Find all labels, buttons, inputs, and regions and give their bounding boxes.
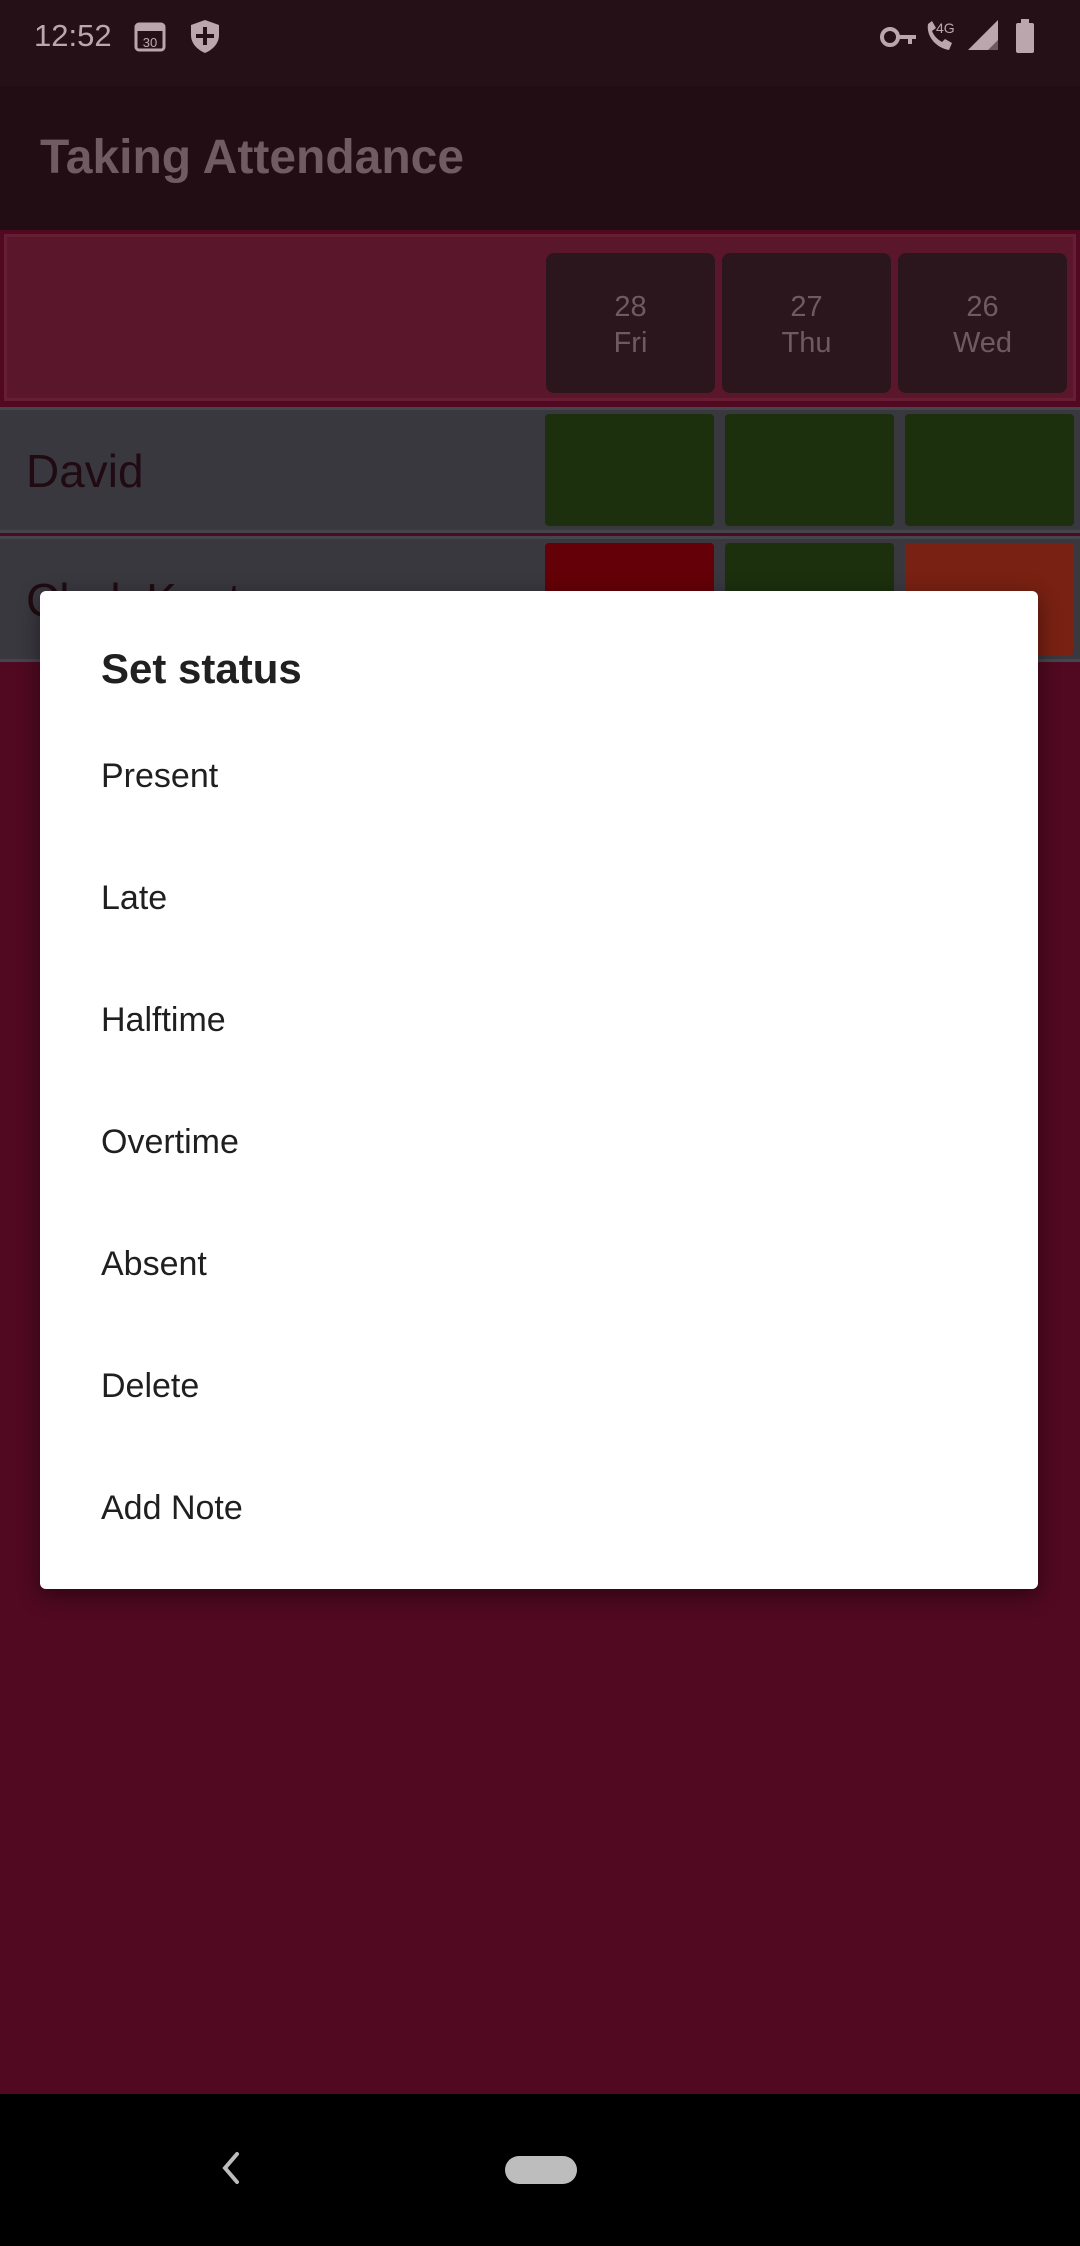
option-delete[interactable]: Delete — [40, 1327, 1038, 1449]
option-absent[interactable]: Absent — [40, 1205, 1038, 1327]
option-label: Absent — [101, 1245, 207, 1283]
option-present[interactable]: Present — [40, 717, 1038, 839]
option-add-note[interactable]: Add Note — [40, 1449, 1038, 1571]
dialog-title: Set status — [101, 645, 302, 692]
option-label: Overtime — [101, 1123, 239, 1161]
option-label: Add Note — [101, 1489, 243, 1527]
option-late[interactable]: Late — [40, 839, 1038, 961]
option-overtime[interactable]: Overtime — [40, 1083, 1038, 1205]
option-label: Halftime — [101, 1001, 226, 1039]
option-label: Late — [101, 879, 168, 917]
option-label: Delete — [101, 1367, 200, 1405]
set-status-dialog: Set status Present Late Halftime Overtim… — [40, 591, 1038, 1589]
option-label: Present — [101, 757, 219, 795]
back-icon[interactable] — [215, 2146, 245, 2195]
option-halftime[interactable]: Halftime — [40, 961, 1038, 1083]
home-pill[interactable] — [505, 2156, 577, 2184]
navigation-bar — [0, 2094, 1080, 2246]
